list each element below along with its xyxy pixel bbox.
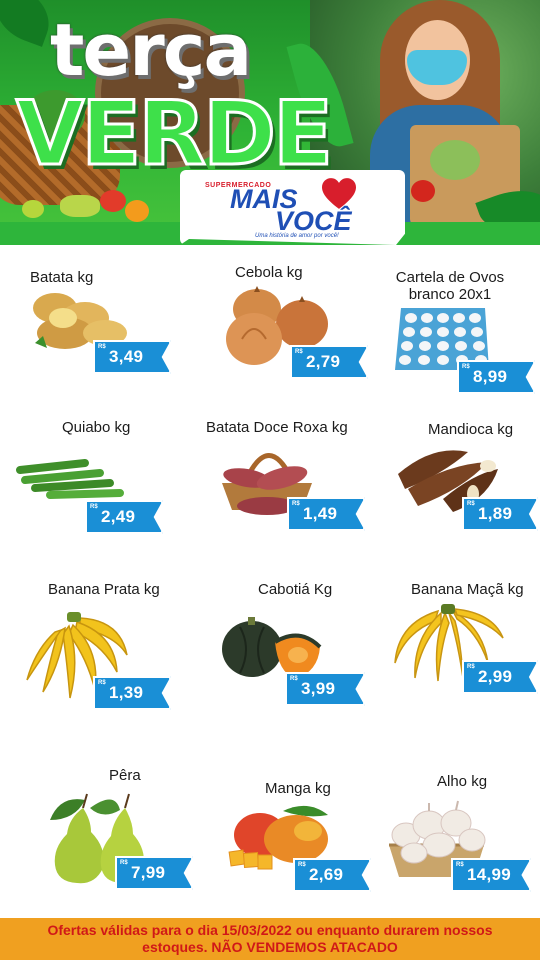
orange-image bbox=[125, 200, 149, 222]
currency-label: R$ bbox=[120, 860, 128, 866]
tomato-image bbox=[100, 190, 126, 212]
currency-label: R$ bbox=[467, 501, 475, 507]
grape-image bbox=[60, 195, 100, 217]
price-value: 1,39 bbox=[109, 683, 144, 702]
okra-icon bbox=[16, 459, 124, 499]
product-name: Alho kg bbox=[437, 773, 488, 790]
price-value: 7,99 bbox=[131, 863, 166, 882]
product-name-line2: branco 20x1 bbox=[408, 286, 492, 303]
product-name: Quiabo kg bbox=[62, 419, 131, 436]
product-name: Cartela de Ovos branco 20x1 bbox=[390, 269, 510, 303]
footer-banner: Ofertas válidas para o dia 15/03/2022 ou… bbox=[0, 918, 540, 960]
currency-label: R$ bbox=[98, 680, 106, 686]
price-value: 3,99 bbox=[301, 679, 336, 698]
price-tag: R$ 1,89 bbox=[462, 497, 538, 531]
currency-label: R$ bbox=[298, 862, 306, 868]
currency-label: R$ bbox=[90, 504, 98, 510]
logo-tagline: Uma história de amor por você! bbox=[255, 233, 339, 239]
product-name-line1: Cartela de Ovos bbox=[395, 269, 505, 286]
price-tag: R$ 14,99 bbox=[451, 858, 531, 892]
price-tag: R$ 1,49 bbox=[287, 497, 365, 531]
price-value: 8,99 bbox=[473, 367, 508, 386]
pepper-image bbox=[411, 180, 435, 202]
currency-label: R$ bbox=[292, 501, 300, 507]
price-value: 2,69 bbox=[309, 865, 344, 884]
currency-label: R$ bbox=[295, 349, 303, 355]
price-value: 1,89 bbox=[478, 504, 513, 523]
price-value: 14,99 bbox=[467, 865, 512, 884]
price-tag: R$ 7,99 bbox=[115, 856, 193, 890]
price-value: 2,99 bbox=[478, 667, 513, 686]
product-name: Banana Maçã kg bbox=[411, 581, 524, 598]
price-tag: R$ 3,49 bbox=[93, 340, 171, 374]
price-value: 3,49 bbox=[109, 347, 144, 366]
price-value: 1,49 bbox=[303, 504, 338, 523]
header-banner: terça VERDE SUPERMERCADO MAIS VOCÊ Uma h… bbox=[0, 0, 540, 245]
currency-label: R$ bbox=[98, 344, 106, 350]
headline-verde: VERDE bbox=[14, 81, 334, 187]
currency-label: R$ bbox=[462, 364, 470, 370]
price-tag: R$ 2,79 bbox=[290, 345, 368, 379]
currency-label: R$ bbox=[467, 664, 475, 670]
currency-label: R$ bbox=[456, 862, 464, 868]
headline-terca: terça bbox=[50, 8, 252, 92]
offer-disclaimer: Ofertas válidas para o dia 15/03/2022 ou… bbox=[47, 922, 493, 955]
product-name: Pêra bbox=[109, 767, 141, 784]
product-name: Cabotiá Kg bbox=[258, 581, 333, 598]
price-tag: R$ 3,99 bbox=[285, 672, 365, 706]
price-tag: R$ 2,49 bbox=[85, 500, 163, 534]
price-tag: R$ 1,39 bbox=[93, 676, 171, 710]
price-tag: R$ 2,69 bbox=[293, 858, 371, 892]
product-name: Cebola kg bbox=[235, 264, 303, 281]
product-name: Batata kg bbox=[30, 269, 94, 286]
currency-label: R$ bbox=[290, 676, 298, 682]
product-name: Manga kg bbox=[265, 780, 331, 797]
product-name: Batata Doce Roxa kg bbox=[206, 419, 348, 436]
price-tag: R$ 8,99 bbox=[457, 360, 535, 394]
broccoli-image bbox=[430, 140, 480, 180]
product-name: Mandioca kg bbox=[428, 421, 514, 438]
price-value: 2,79 bbox=[306, 352, 341, 371]
lemon-image bbox=[22, 200, 44, 218]
price-value: 2,49 bbox=[101, 507, 136, 526]
product-name: Banana Prata kg bbox=[48, 581, 160, 598]
price-tag: R$ 2,99 bbox=[462, 660, 538, 694]
